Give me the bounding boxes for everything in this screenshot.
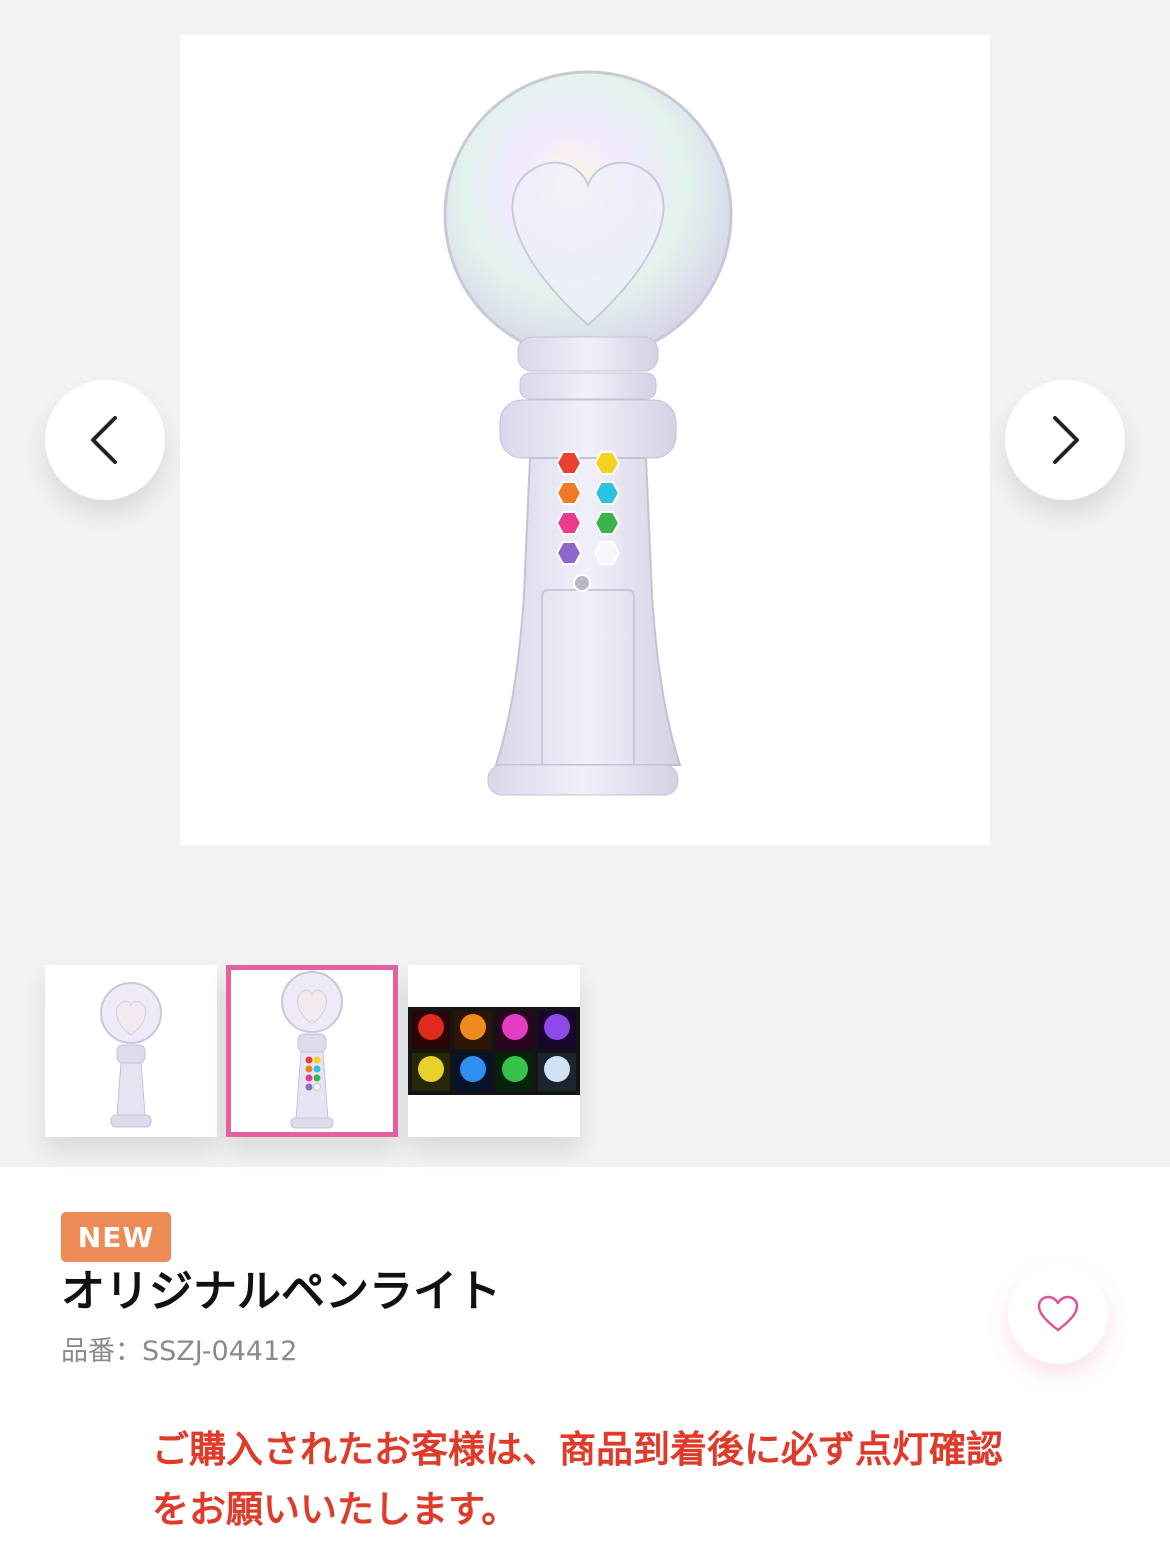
chevron-left-icon [91, 416, 117, 464]
product-gallery [0, 0, 1170, 1167]
thumbnail-1[interactable] [45, 965, 217, 1137]
thumbnail-2-selected[interactable] [226, 965, 398, 1137]
product-title: オリジナルペンライト [61, 1266, 501, 1317]
penlight-image [443, 70, 733, 796]
product-code: 品番：SSZJ-04412 [61, 1336, 298, 1367]
main-product-image [180, 35, 990, 845]
previous-image-button[interactable] [45, 380, 165, 500]
penlight-front-thumbnail [100, 982, 162, 1128]
lighting-check-notice: ご購入されたお客様は、商品到着後に必ず点灯確認をお願いいたします。 [152, 1428, 1003, 1531]
thumbnail-3[interactable] [408, 965, 580, 1137]
heart-outline-icon [1037, 1295, 1079, 1332]
penlight-buttons-thumbnail [281, 971, 343, 1129]
penlight-colors-thumbnail [408, 1007, 580, 1095]
favorite-button[interactable] [1008, 1264, 1108, 1364]
chevron-right-icon [1053, 416, 1079, 464]
next-image-button[interactable] [1005, 380, 1125, 500]
new-badge: NEW [61, 1212, 171, 1262]
